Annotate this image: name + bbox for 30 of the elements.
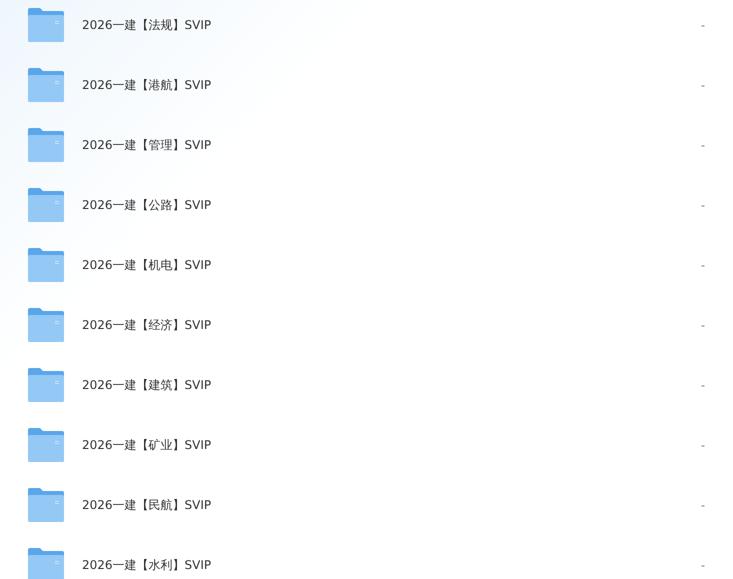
folder-name[interactable]: 2026一建【民航】SVIP bbox=[82, 496, 212, 514]
folder-name[interactable]: 2026一建【经济】SVIP bbox=[82, 316, 212, 334]
folder-icon bbox=[28, 68, 64, 102]
folder-name[interactable]: 2026一建【港航】SVIP bbox=[82, 76, 212, 94]
folder-name[interactable]: 2026一建【建筑】SVIP bbox=[82, 376, 212, 394]
file-size: - bbox=[701, 258, 705, 272]
folder-icon bbox=[28, 308, 64, 342]
file-size: - bbox=[701, 438, 705, 452]
file-size: - bbox=[701, 378, 705, 392]
folder-name[interactable]: 2026一建【水利】SVIP bbox=[82, 556, 212, 574]
file-size: - bbox=[701, 498, 705, 512]
folder-icon bbox=[28, 428, 64, 462]
folder-icon bbox=[28, 548, 64, 579]
file-size: - bbox=[701, 318, 705, 332]
file-size: - bbox=[701, 558, 705, 572]
file-size: - bbox=[701, 78, 705, 92]
folder-name[interactable]: 2026一建【管理】SVIP bbox=[82, 136, 212, 154]
folder-icon bbox=[28, 188, 64, 222]
file-size: - bbox=[701, 18, 705, 32]
file-size: - bbox=[701, 198, 705, 212]
folder-name[interactable]: 2026一建【公路】SVIP bbox=[82, 196, 212, 214]
folder-icon bbox=[28, 248, 64, 282]
folder-icon bbox=[28, 8, 64, 42]
file-size: - bbox=[701, 138, 705, 152]
folder-name[interactable]: 2026一建【矿业】SVIP bbox=[82, 436, 212, 454]
folder-name[interactable]: 2026一建【法规】SVIP bbox=[82, 16, 212, 34]
folder-icon bbox=[28, 488, 64, 522]
folder-icon bbox=[28, 128, 64, 162]
folder-icon bbox=[28, 368, 64, 402]
folder-name[interactable]: 2026一建【机电】SVIP bbox=[82, 256, 212, 274]
